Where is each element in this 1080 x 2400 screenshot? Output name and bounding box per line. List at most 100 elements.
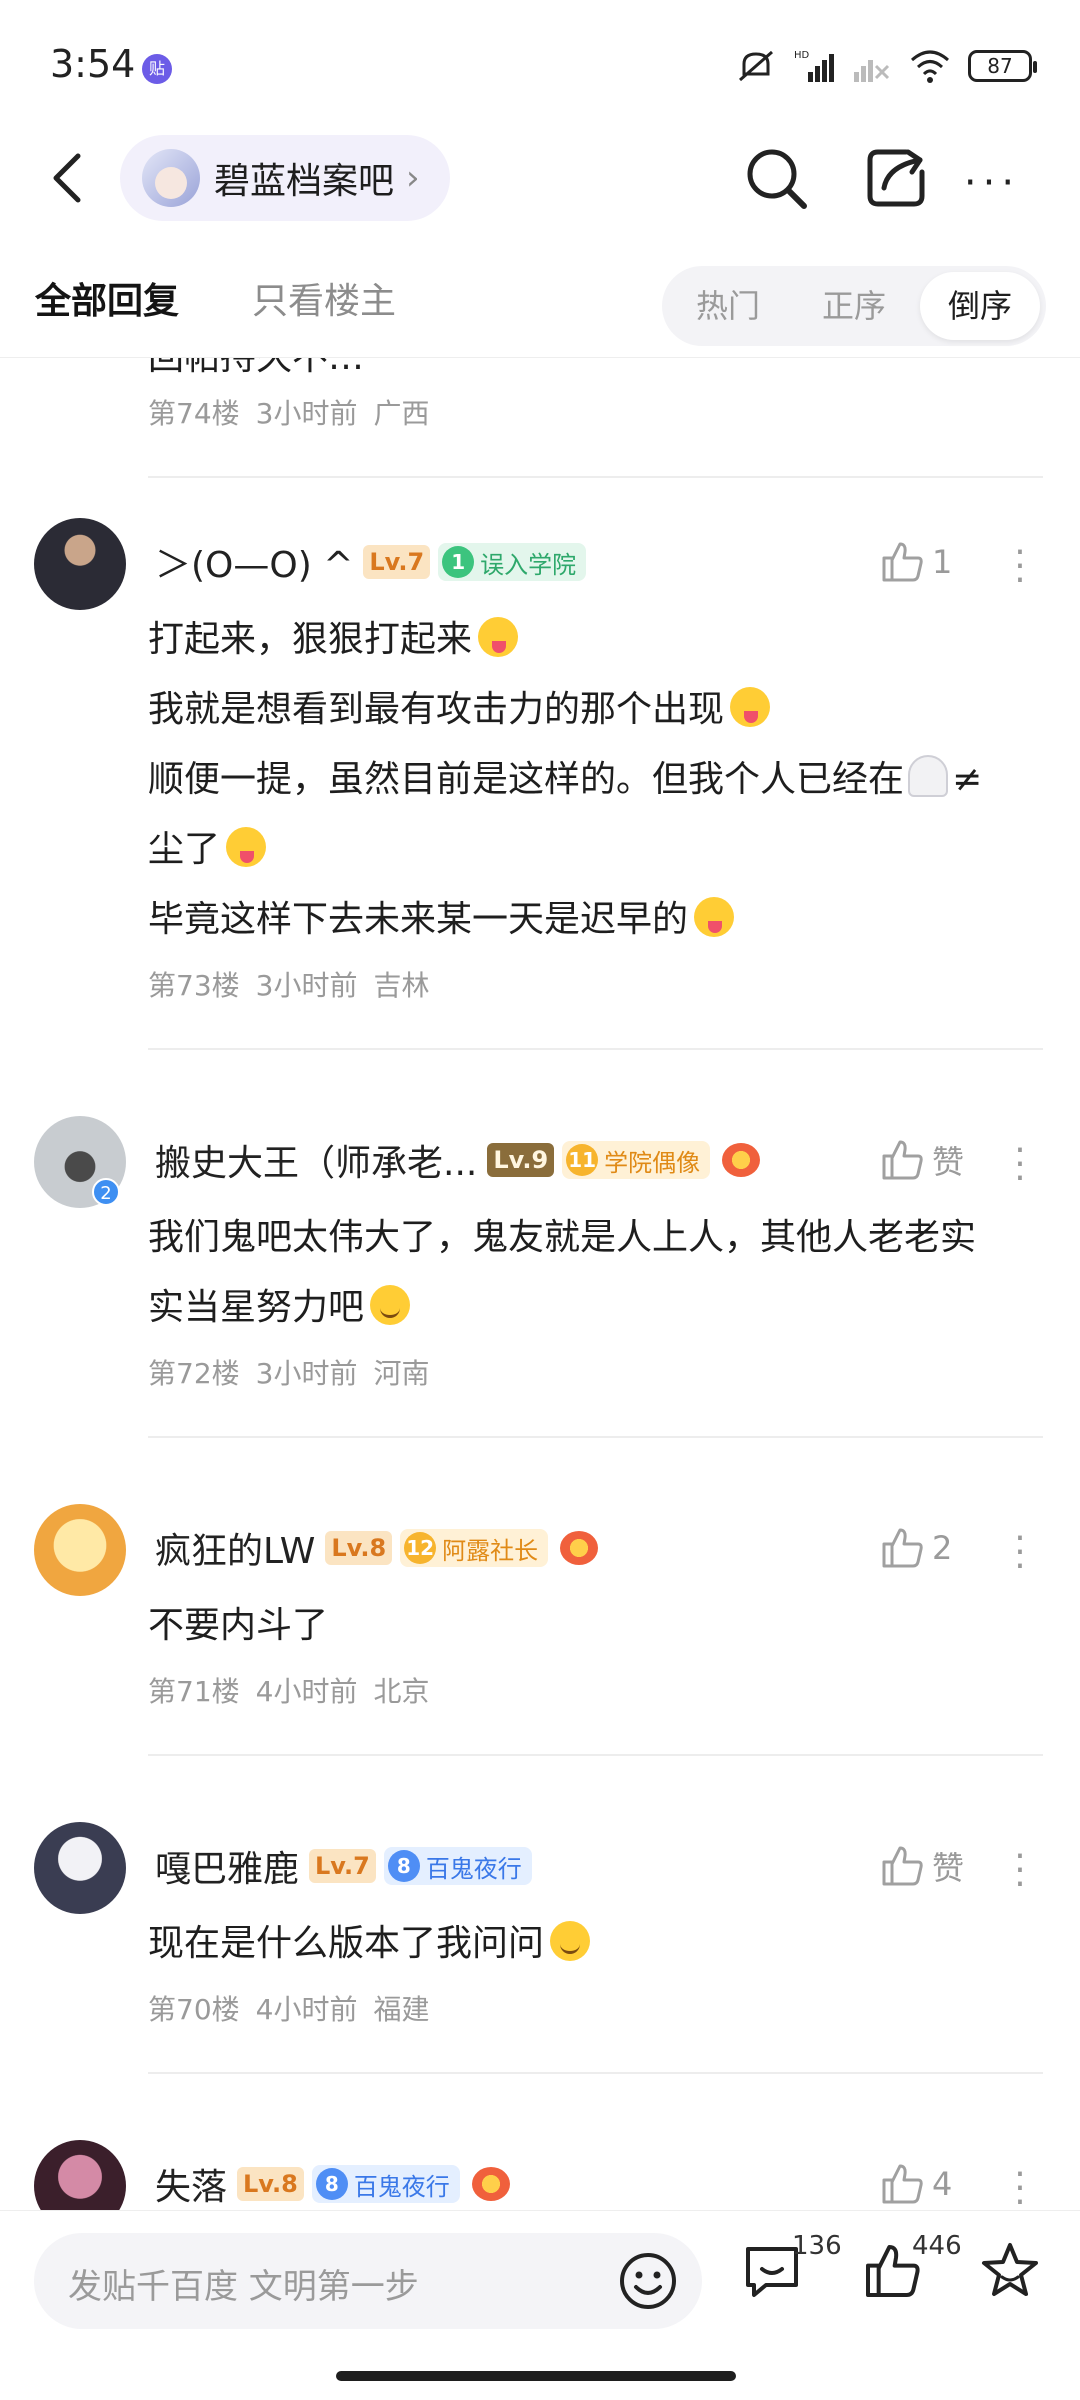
divider bbox=[148, 1436, 1043, 1438]
divider bbox=[148, 476, 1043, 478]
reply-location: 河南 bbox=[373, 1357, 430, 1390]
like-button[interactable]: 4 bbox=[878, 2156, 952, 2210]
like-count: 1 bbox=[932, 543, 953, 581]
reply-line: 实当星努力吧 bbox=[148, 1287, 365, 1328]
like-button[interactable]: 赞 bbox=[878, 1132, 964, 1188]
like-button[interactable]: 1 bbox=[878, 534, 952, 590]
username[interactable]: ＞(O—O) ^ bbox=[155, 536, 353, 588]
no-signal-icon bbox=[854, 60, 890, 82]
more-options-icon[interactable]: · · · bbox=[1012, 535, 1028, 602]
rank-gem-icon: 8 bbox=[387, 1850, 420, 1882]
reply-meta: 第73楼 3小时前 吉林 bbox=[148, 964, 445, 1004]
badge-title: 学院偶像 bbox=[604, 1148, 701, 1177]
reply-location: 广西 bbox=[373, 397, 430, 430]
like-count: 赞 bbox=[932, 1849, 965, 1887]
yummy-emoji-icon bbox=[226, 827, 267, 867]
share-icon[interactable] bbox=[860, 142, 932, 214]
like-button[interactable]: 赞 bbox=[878, 1838, 964, 1894]
filter-bar: 全部回复 只看楼主 热门 正序 倒序 bbox=[0, 240, 1080, 358]
rank-gem-icon: 12 bbox=[404, 1532, 437, 1564]
reply-line: 不要内斗了 bbox=[148, 1605, 329, 1646]
username[interactable]: 疯狂的LW bbox=[155, 1522, 315, 1574]
home-indicator[interactable] bbox=[336, 2371, 736, 2381]
yummy-emoji-icon bbox=[478, 617, 519, 657]
compose-placeholder: 发贴千百度 文明第一步 bbox=[68, 2267, 419, 2307]
fan-emblem-icon bbox=[722, 1143, 761, 1177]
reply-meta: 第71楼 4小时前 北京 bbox=[148, 1670, 445, 1710]
emoji-icon[interactable] bbox=[616, 2249, 680, 2313]
avatar[interactable] bbox=[34, 1504, 126, 1596]
fan-emblem-icon bbox=[560, 1531, 599, 1565]
badge-title: 阿露社长 bbox=[442, 1536, 539, 1565]
comment-count: 136 bbox=[792, 2231, 842, 2261]
reply-time: 4小时前 bbox=[255, 1993, 358, 2026]
favorite-button[interactable] bbox=[978, 2239, 1058, 2319]
svg-text:HD: HD bbox=[794, 50, 810, 61]
username[interactable]: 失落 bbox=[155, 2158, 227, 2210]
reply-line: 尘了 bbox=[148, 829, 221, 870]
sort-hot-button[interactable]: 热门 bbox=[668, 272, 788, 340]
yummy-emoji-icon bbox=[730, 687, 771, 727]
more-options-icon[interactable]: · · · bbox=[1012, 1521, 1028, 1588]
avatar[interactable] bbox=[34, 1822, 126, 1914]
smile-emoji-icon bbox=[550, 1921, 591, 1961]
comment-button[interactable]: 136 bbox=[740, 2231, 842, 2319]
more-options-icon[interactable]: · · · bbox=[1012, 2157, 1028, 2211]
battery-icon: 87 bbox=[968, 50, 1037, 82]
reply-meta: 第70楼 4小时前 福建 bbox=[148, 1988, 445, 2028]
avatar[interactable] bbox=[34, 518, 126, 610]
top-nav: 碧蓝档案吧 › ··· bbox=[0, 130, 1080, 240]
divider bbox=[148, 1048, 1043, 1050]
reply-meta: 第72楼 3小时前 河南 bbox=[148, 1352, 445, 1392]
sort-asc-button[interactable]: 正序 bbox=[794, 272, 914, 340]
compose-input[interactable]: 发贴千百度 文明第一步 bbox=[34, 2233, 702, 2329]
wifi-icon bbox=[911, 50, 949, 83]
back-icon[interactable] bbox=[40, 148, 100, 208]
username[interactable]: 嘎巴雅鹿 bbox=[155, 1840, 299, 1892]
reply-time: 3小时前 bbox=[255, 969, 358, 1002]
level-badge: Lv.8 bbox=[237, 2167, 304, 2201]
username[interactable]: 搬史大王（师承老... bbox=[155, 1134, 477, 1186]
reply-line: 现在是什么版本了我问问 bbox=[148, 1923, 545, 1964]
level-badge: Lv.8 bbox=[325, 1531, 393, 1565]
title-badge: 1 误入学院 bbox=[438, 543, 587, 581]
reply-location: 福建 bbox=[373, 1993, 430, 2026]
forum-name: 碧蓝档案吧 bbox=[214, 161, 395, 202]
like-count: 赞 bbox=[932, 1143, 965, 1181]
divider bbox=[148, 1754, 1043, 1756]
title-badge: 11 学院偶像 bbox=[562, 1141, 711, 1179]
rank-gem-icon: 11 bbox=[566, 1144, 599, 1176]
thumbs-up-icon bbox=[882, 1846, 923, 1886]
forum-entry-button[interactable]: 碧蓝档案吧 › bbox=[120, 135, 450, 221]
search-icon[interactable] bbox=[740, 142, 812, 214]
sort-desc-button[interactable]: 倒序 bbox=[920, 272, 1040, 340]
reply-time: 4小时前 bbox=[255, 1675, 358, 1708]
bottom-action-bar: 发贴千百度 文明第一步 136 446 bbox=[0, 2210, 1080, 2400]
tab-op-only[interactable]: 只看楼主 bbox=[252, 272, 396, 324]
floor-number: 第74楼 bbox=[148, 397, 240, 430]
reply-line: 顺便一提，虽然目前是这样的。但我个人已经在 bbox=[148, 759, 905, 800]
title-badge: 8 百鬼夜行 bbox=[311, 2165, 460, 2203]
tieba-notification-icon: 贴 bbox=[142, 54, 172, 84]
hd-signal-icon: HD bbox=[794, 50, 834, 82]
yummy-emoji-icon bbox=[694, 897, 735, 937]
reply-location: 吉林 bbox=[373, 969, 430, 1002]
more-options-icon[interactable]: · · · bbox=[1012, 1133, 1028, 1200]
like-post-button[interactable]: 446 bbox=[860, 2231, 962, 2319]
chevron-right-icon: › bbox=[406, 158, 420, 198]
reply-feed[interactable]: 回帖持久不… 第74楼3小时前广西 ＞(O—O) ^ Lv.7 1误入学院 1 … bbox=[0, 358, 1080, 2210]
floor-number: 第71楼 bbox=[148, 1675, 240, 1708]
status-time: 3:54 bbox=[50, 42, 136, 86]
avatar[interactable] bbox=[34, 2140, 126, 2210]
floor-number: 第72楼 bbox=[148, 1357, 240, 1390]
thumbs-up-icon bbox=[882, 2164, 923, 2204]
like-button[interactable]: 2 bbox=[878, 1520, 952, 1576]
more-icon[interactable]: ··· bbox=[962, 160, 1022, 206]
level-badge: Lv.9 bbox=[487, 1143, 555, 1177]
badge-title: 百鬼夜行 bbox=[353, 2172, 450, 2201]
reply-meta: 第74楼 3小时前 广西 bbox=[148, 392, 445, 432]
smile-emoji-icon bbox=[370, 1285, 411, 1325]
more-options-icon[interactable]: · · · bbox=[1012, 1839, 1028, 1906]
tab-all-replies[interactable]: 全部回复 bbox=[35, 272, 179, 324]
rank-gem-icon: 1 bbox=[442, 546, 475, 578]
